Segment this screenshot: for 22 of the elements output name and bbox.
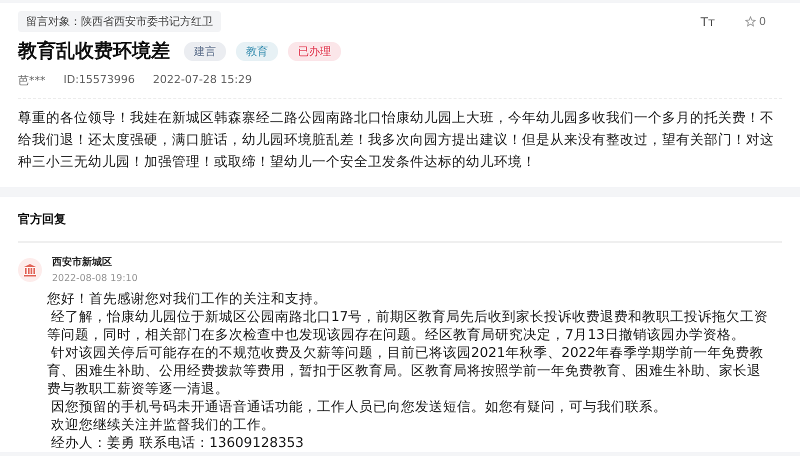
tag: 建言 — [184, 42, 226, 60]
government-building-icon — [18, 258, 42, 282]
post-time: 2022-07-28 15:29 — [152, 73, 252, 88]
reply-paragraph: 欢迎您继续关注并监督我们的工作。 — [50, 416, 276, 434]
like-button[interactable]: 0 — [745, 14, 766, 28]
reply-paragraph: 您好！首先感谢您对我们工作的关注和支持。 — [47, 290, 328, 308]
tag: 已办理 — [288, 42, 341, 60]
section-heading: 官方回复 — [18, 211, 782, 243]
message-text: 尊重的各位领导！我娃在新城区韩森寨经二路公园南路北口怡康幼儿园上大班，今年幼儿园多收我们一个多月的托关费！不给我们退！还太度强硬，满口脏话，幼儿园环境脏乱差！我多次向园方提出建议！但是从来没有整改过，望有关部门！对这种三小三无幼儿园！加强管理！或取缔！望幼儿一个安全卫发条件达标的幼儿环境！ — [18, 109, 775, 172]
author-name: 芭*** — [18, 73, 46, 88]
post-title: 教育乱收费环境差 — [18, 39, 170, 64]
recipient-label: 留言对象：陕西省西安市委书记方红卫 — [18, 11, 221, 32]
reply-paragraph: 经了解，怡康幼儿园位于新城区公园南路北口17号，前期区教育局先后收到家长投诉收费退费和教职工投诉拖欠工资等问题，同时，相关部门在多次检查中也发现该园存在问题。经区教育局研究决定，7月13日撤销该园办学资格。 — [47, 308, 770, 344]
reply-time: 2022-08-08 19:10 — [52, 273, 138, 284]
tag: 教育 — [236, 42, 278, 60]
reply-paragraph: 针对该园关停后可能存在的不规范收费及欠薪等问题，目前已将该园2021年秋季、2022年春季学期学前一年免费教育、困难生补助、公用经费拨款等费用，暂扣于区教育局。区教育局将按照学前一年免费教育、困难生补助、家长退费与教职工薪资等逐一清退。 — [47, 344, 765, 398]
department-name: 西安市新城区 — [52, 255, 113, 269]
post-id: ID:15573996 — [64, 73, 135, 88]
reply-paragraph: 因您预留的手机号码未开通语音通话功能，工作人员已向您发送短信。如您有疑问，可与我们联系。 — [50, 398, 668, 416]
star-icon — [745, 16, 756, 27]
reply-paragraph: 经办人：姜勇 联系电话：13609128353 — [50, 434, 305, 452]
font-size-button[interactable]: Tт — [700, 14, 715, 28]
